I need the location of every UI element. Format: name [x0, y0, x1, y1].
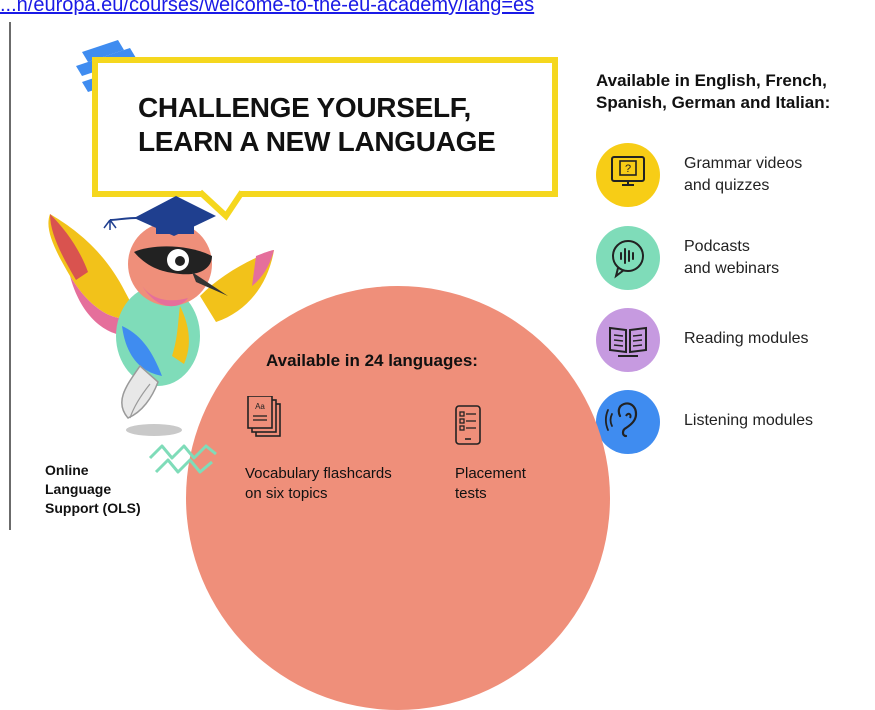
tablet-test-icon: [455, 405, 481, 445]
ols-label: Online Language Support (OLS): [45, 461, 141, 518]
headline-line-1: CHALLENGE YOURSELF,: [138, 92, 471, 123]
placement-label: Placement tests: [455, 464, 526, 504]
ols-line-2: Language: [45, 481, 112, 497]
svg-text:Aa: Aa: [255, 402, 265, 411]
headline-bubble: CHALLENGE YOURSELF, LEARN A NEW LANGUAGE: [92, 57, 558, 197]
headline-title: CHALLENGE YOURSELF, LEARN A NEW LANGUAGE: [138, 91, 558, 159]
flashcards-line-1: Vocabulary flashcards: [245, 465, 392, 482]
podcast-sound-icon: [596, 226, 660, 290]
feature-reading-label: Reading modules: [684, 330, 809, 347]
languages-heading: Available in 24 languages:: [266, 351, 478, 370]
mascot-shadow: [126, 424, 182, 436]
ear-icon: [596, 390, 660, 454]
flashcards-line-2: on six topics: [245, 485, 328, 502]
headline-line-2: LEARN A NEW LANGUAGE: [138, 126, 496, 157]
feature-podcasts-label: Podcasts and webinars: [684, 236, 779, 280]
feature-listening: Listening modules: [596, 390, 866, 456]
feature-podcasts-line-1: Podcasts: [684, 238, 750, 255]
zigzag-decoration: [148, 444, 217, 474]
right-heading-line-2: Spanish, German and Italian:: [596, 93, 831, 112]
feature-grammar-line-2: and quizzes: [684, 177, 770, 194]
right-panel-heading: Available in English, French, Spanish, G…: [596, 70, 875, 114]
monitor-question-icon: ?: [596, 143, 660, 207]
feature-podcasts: Podcasts and webinars: [596, 226, 866, 292]
placement-line-1: Placement: [455, 465, 526, 482]
right-heading-line-1: Available in English, French,: [596, 71, 827, 90]
book-icon: [596, 308, 660, 372]
feature-listening-label: Listening modules: [684, 412, 813, 429]
flashcards-icon: Aa: [247, 396, 281, 437]
feature-reading: Reading modules: [596, 308, 866, 374]
placement-line-2: tests: [455, 485, 487, 502]
feature-grammar: ? Grammar videos and quizzes: [596, 143, 866, 209]
flashcards-label: Vocabulary flashcards on six topics: [245, 464, 392, 504]
ols-line-1: Online: [45, 462, 89, 478]
ols-line-3: Support (OLS): [45, 500, 141, 516]
svg-text:?: ?: [625, 163, 631, 175]
feature-grammar-label: Grammar videos and quizzes: [684, 153, 802, 197]
feature-podcasts-line-2: and webinars: [684, 260, 780, 277]
feature-grammar-line-1: Grammar videos: [684, 155, 803, 172]
